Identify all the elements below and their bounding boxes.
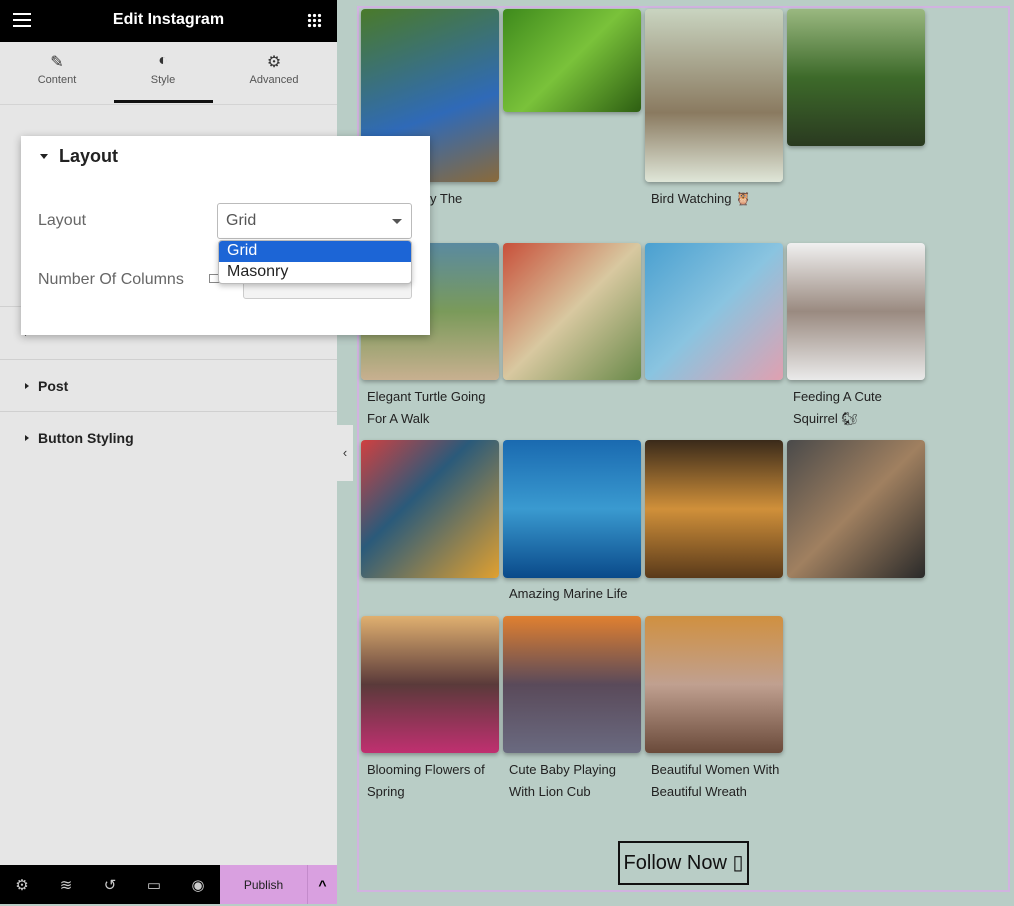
layout-section-title[interactable]: Layout [39, 146, 118, 167]
photo-forest[interactable] [787, 9, 925, 146]
publish-button[interactable]: Publish [220, 865, 307, 904]
active-tab-indicator [114, 100, 213, 103]
columns-label: Number Of Columns [38, 271, 184, 288]
photo-fern[interactable] [503, 9, 641, 112]
caption: Beautiful Women With Beautiful Wreath [651, 762, 780, 799]
photo-squirrel[interactable] [787, 243, 925, 380]
caption: Cute Baby Playing With Lion Cub [509, 762, 616, 799]
tab-content[interactable]: ✎ Content [7, 52, 107, 86]
photo-grass[interactable] [645, 440, 783, 578]
tab-label: Advanced [249, 74, 299, 86]
panel-header: Edit Instagram [0, 0, 337, 42]
option-masonry[interactable]: Masonry [219, 262, 411, 283]
photo-baby[interactable] [503, 616, 641, 753]
tab-label: Style [150, 74, 176, 86]
caption: Blooming Flowers of Spring [367, 762, 485, 799]
section-post[interactable]: Post [0, 359, 337, 411]
layout-select[interactable]: Grid [217, 203, 412, 239]
collapse-panel-button[interactable]: ‹ [337, 425, 353, 481]
caption: y The [430, 191, 463, 206]
layout-label: Layout [38, 212, 87, 229]
settings-icon[interactable]: ⚙ [11, 876, 33, 894]
section-button-styling[interactable]: Button Styling [0, 411, 337, 463]
grid-icon[interactable] [307, 13, 322, 28]
panel-title: Edit Instagram [112, 11, 225, 28]
tab-style[interactable]: ◐ Style [113, 52, 213, 86]
preview-icon[interactable]: ◉ [187, 876, 209, 894]
photo-wreath[interactable] [645, 616, 783, 753]
contrast-icon: ◐ [158, 52, 168, 69]
divider [0, 104, 337, 105]
layers-icon[interactable]: ≋ [55, 876, 77, 894]
photo-dolphin[interactable] [503, 440, 641, 578]
pencil-icon: ✎ [50, 54, 64, 71]
layout-section-popup: Layout Layout Grid Number Of Columns Gri… [21, 136, 430, 335]
caption: Amazing Marine Life [509, 586, 628, 601]
photo-rope[interactable] [787, 440, 925, 578]
gear-icon: ⚙ [266, 54, 282, 71]
photo-flowers[interactable] [361, 616, 499, 753]
layout-dropdown: Grid Masonry [218, 240, 412, 284]
photo-umbrellas[interactable] [361, 440, 499, 578]
panel-footer: ⚙ ≋ ↺ ▭ ◉ Publish ^ [0, 865, 337, 904]
option-grid[interactable]: Grid [219, 241, 411, 262]
follow-now-button[interactable]: Follow Now ▯ [618, 841, 749, 885]
caption: Elegant Turtle Going For A Walk [367, 389, 486, 426]
chevron-up-icon[interactable]: ^ [307, 865, 337, 904]
photo-sparrow[interactable] [503, 243, 641, 380]
caption: Feeding A Cute Squirrel 🐿 [793, 389, 882, 426]
responsive-icon[interactable]: ▭ [143, 876, 165, 894]
photo-owl[interactable] [645, 9, 783, 182]
tab-advanced[interactable]: ⚙ Advanced [224, 52, 324, 86]
layout-select-value: Grid [226, 212, 257, 229]
photo-blossom[interactable] [645, 243, 783, 380]
caption: Bird Watching 🦉 [651, 191, 752, 206]
tab-label: Content [37, 74, 77, 86]
history-icon[interactable]: ↺ [99, 876, 121, 894]
